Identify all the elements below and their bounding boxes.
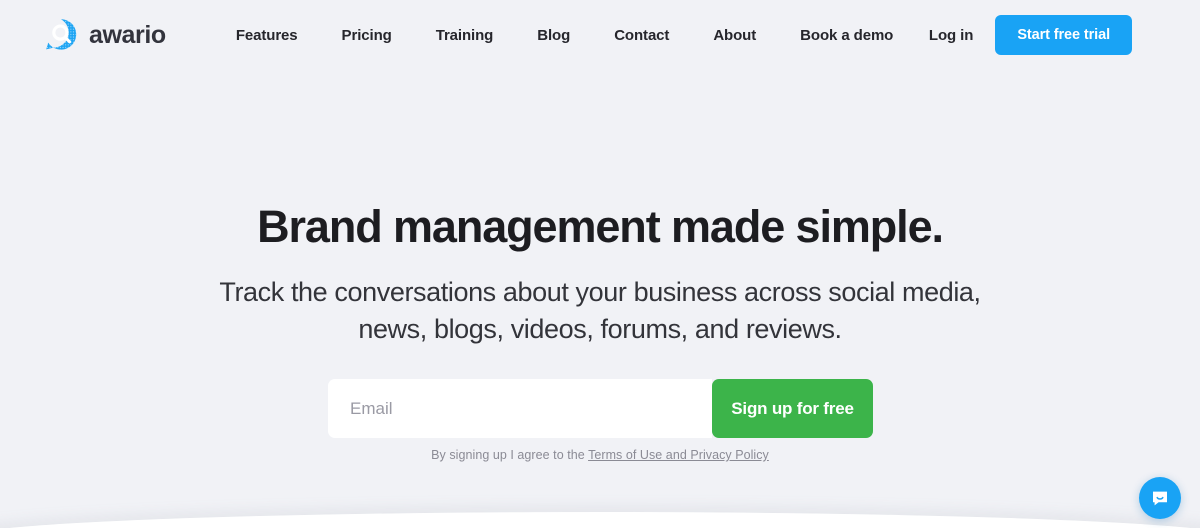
hero-subheading: Track the conversations about your busin… bbox=[0, 252, 1200, 349]
terms-and-privacy-link[interactable]: Terms of Use and Privacy Policy bbox=[588, 448, 769, 462]
awario-logo-icon bbox=[44, 18, 78, 52]
signup-fineprint: By signing up I agree to the Terms of Us… bbox=[0, 448, 1200, 462]
nav-item-features[interactable]: Features bbox=[236, 27, 320, 44]
logo-home-link[interactable]: awario bbox=[44, 18, 166, 52]
chat-smile-icon bbox=[1150, 488, 1170, 508]
nav-item-about[interactable]: About bbox=[691, 27, 778, 44]
logo-wordmark: awario bbox=[89, 20, 166, 49]
nav-item-blog[interactable]: Blog bbox=[515, 27, 592, 44]
header-actions: Log in Start free trial bbox=[929, 15, 1132, 55]
page-section-divider bbox=[0, 512, 1200, 528]
hero-section: Brand management made simple. Track the … bbox=[0, 70, 1200, 348]
main-navigation: Features Pricing Training Blog Contact A… bbox=[236, 27, 915, 44]
nav-item-pricing[interactable]: Pricing bbox=[320, 27, 414, 44]
signup-form: Sign up for free bbox=[328, 379, 873, 438]
nav-item-contact[interactable]: Contact bbox=[592, 27, 691, 44]
hero-subheading-line-2: news, blogs, videos, forums, and reviews… bbox=[358, 313, 842, 344]
login-link[interactable]: Log in bbox=[929, 27, 973, 44]
nav-item-training[interactable]: Training bbox=[414, 27, 516, 44]
nav-item-book-a-demo[interactable]: Book a demo bbox=[778, 27, 915, 44]
start-free-trial-button[interactable]: Start free trial bbox=[995, 15, 1132, 55]
sign-up-for-free-button[interactable]: Sign up for free bbox=[712, 379, 873, 438]
chat-launcher-button[interactable] bbox=[1139, 477, 1181, 519]
hero-subheading-line-1: Track the conversations about your busin… bbox=[219, 276, 981, 307]
fineprint-text: By signing up I agree to the bbox=[431, 448, 585, 462]
page-title: Brand management made simple. bbox=[257, 201, 944, 252]
email-input[interactable] bbox=[328, 379, 712, 438]
landing-page: awario Features Pricing Training Blog Co… bbox=[0, 0, 1200, 528]
site-header: awario Features Pricing Training Blog Co… bbox=[0, 0, 1200, 70]
